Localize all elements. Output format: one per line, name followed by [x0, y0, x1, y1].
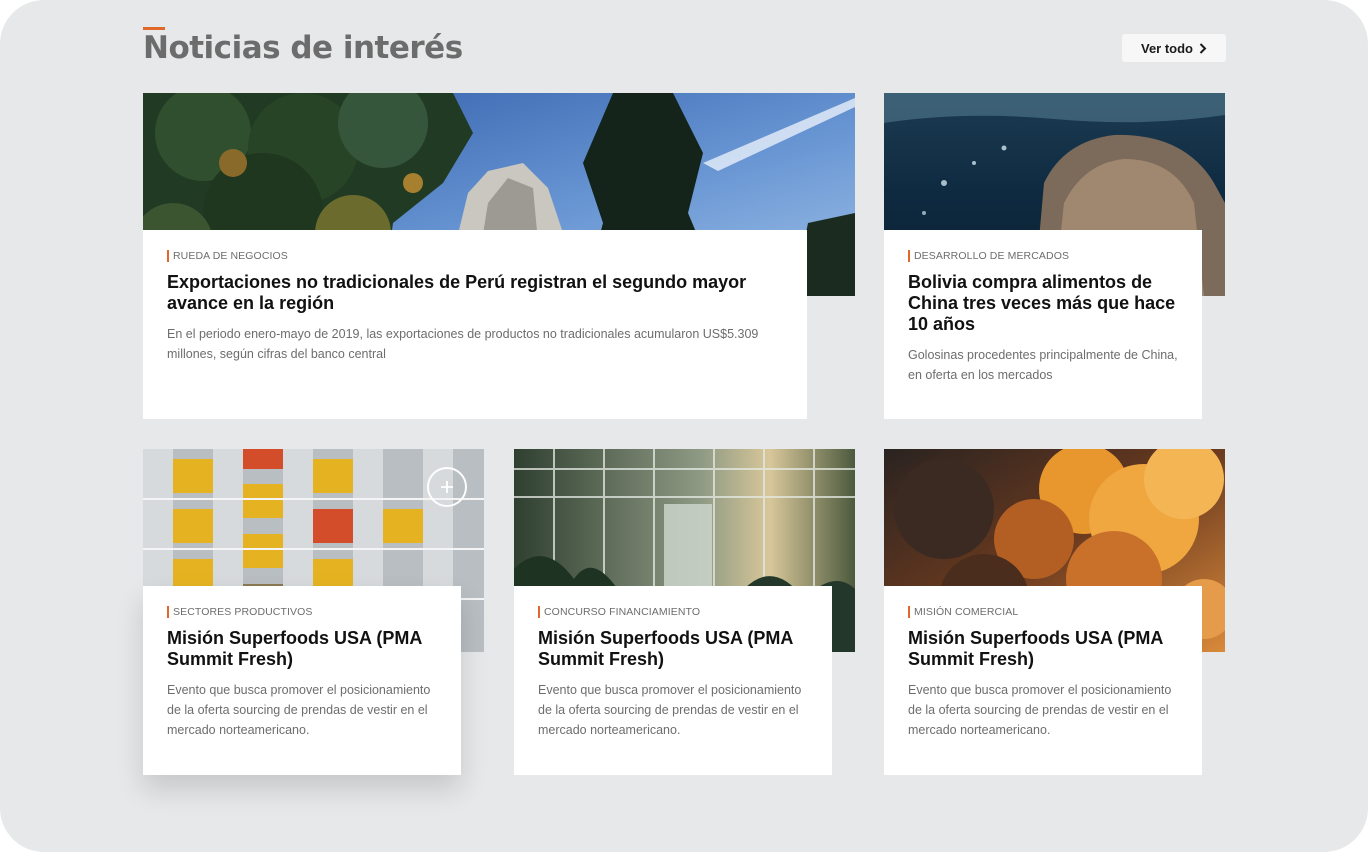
card-1-title[interactable]: Exportaciones no tradicionales de Perú r… — [167, 272, 783, 314]
card-5-title[interactable]: Misión Superfoods USA (PMA Summit Fresh) — [908, 628, 1178, 670]
card-2-category: DESARROLLO DE MERCADOS — [908, 250, 1178, 262]
card-4-description: Evento que busca promover el posicionami… — [538, 683, 802, 737]
card-4-title-link[interactable]: Misión Superfoods USA (PMA Summit Fresh) — [538, 628, 793, 669]
card-3-category: SECTORES PRODUCTIVOS — [167, 606, 437, 618]
card-2-title-link[interactable]: Bolivia compra alimentos de China tres v… — [908, 272, 1175, 334]
card-2-description: Golosinas procedentes principalmente de … — [908, 348, 1178, 382]
card-4-body: CONCURSO FINANCIAMIENTO Misión Superfood… — [514, 586, 832, 775]
see-all-button[interactable]: Ver todo — [1122, 34, 1226, 62]
card-3-description: Evento que busca promover el posicionami… — [167, 683, 431, 737]
card-2-body: DESARROLLO DE MERCADOS Bolivia compra al… — [884, 230, 1202, 419]
card-3-title[interactable]: Misión Superfoods USA (PMA Summit Fresh) — [167, 628, 437, 670]
card-1-category: RUEDA DE NEGOCIOS — [167, 250, 783, 262]
card-5-category: MISIÓN COMERCIAL — [908, 606, 1178, 618]
card-1-body: RUEDA DE NEGOCIOS Exportaciones no tradi… — [143, 230, 807, 419]
card-5-description: Evento que busca promover el posicionami… — [908, 683, 1172, 737]
card-4-category: CONCURSO FINANCIAMIENTO — [538, 606, 808, 618]
expand-button[interactable] — [427, 467, 467, 507]
section-title: Noticias de interés — [143, 30, 463, 66]
card-1-title-link[interactable]: Exportaciones no tradicionales de Perú r… — [167, 272, 746, 313]
page-frame: Noticias de interés Ver todo RUEDA DE NE… — [0, 0, 1368, 852]
card-3-title-link[interactable]: Misión Superfoods USA (PMA Summit Fresh) — [167, 628, 422, 669]
card-5-title-link[interactable]: Misión Superfoods USA (PMA Summit Fresh) — [908, 628, 1163, 669]
card-4-title[interactable]: Misión Superfoods USA (PMA Summit Fresh) — [538, 628, 808, 670]
card-5-body: MISIÓN COMERCIAL Misión Superfoods USA (… — [884, 586, 1202, 775]
card-1-description: En el periodo enero-mayo de 2019, las ex… — [167, 327, 759, 361]
see-all-label: Ver todo — [1140, 40, 1193, 56]
card-3-body: SECTORES PRODUCTIVOS Misión Superfoods U… — [143, 586, 461, 775]
card-2-title[interactable]: Bolivia compra alimentos de China tres v… — [908, 272, 1178, 335]
plus-icon — [441, 481, 453, 493]
chevron-right-icon — [1199, 42, 1207, 54]
